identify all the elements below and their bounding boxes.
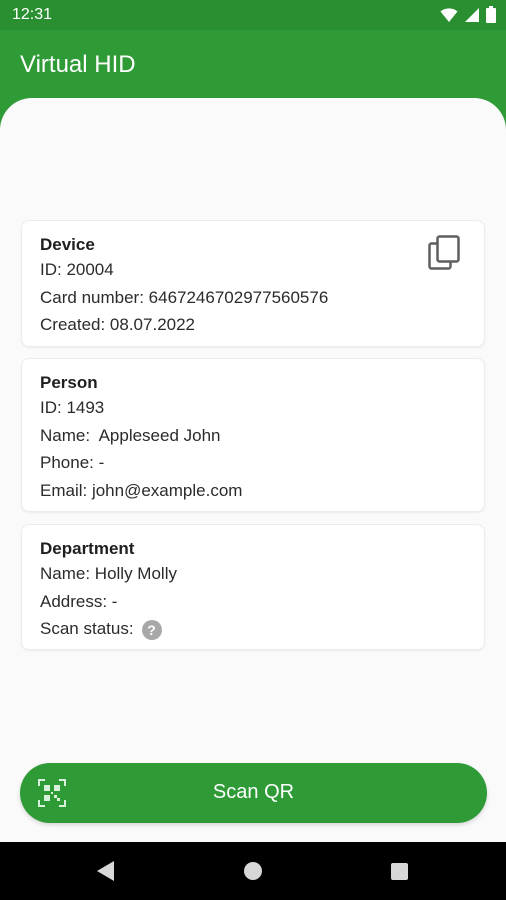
- person-phone: Phone: -: [40, 453, 105, 472]
- department-name: Name: Holly Molly: [40, 564, 177, 583]
- navigation-bar: [0, 842, 506, 900]
- department-address: Address: -: [40, 591, 118, 611]
- person-title: Person: [40, 373, 98, 392]
- app-bar: Virtual HID: [0, 30, 506, 100]
- app-title: Virtual HID: [20, 51, 136, 78]
- status-bar: 12:31: [0, 0, 506, 30]
- scan-qr-label: Scan QR: [212, 781, 295, 803]
- signal-icon: [465, 7, 479, 22]
- back-icon[interactable]: [96, 860, 116, 882]
- battery-icon: [486, 6, 496, 23]
- department-card: Department Name: Holly Molly Address: - …: [21, 524, 485, 650]
- device-card: Device ID: 20004 Card number: 6467246702…: [21, 220, 485, 347]
- copy-icon[interactable]: [428, 235, 462, 271]
- scan-status-label: Scan status:: [40, 619, 134, 638]
- person-name: Name: Appleseed John: [40, 425, 221, 445]
- device-id: ID: 20004: [40, 260, 114, 279]
- person-card: Person ID: 1493 Name: Appleseed John Pho…: [21, 358, 485, 512]
- scan-qr-button[interactable]: Scan QR: [20, 763, 487, 823]
- main-content: Device ID: 20004 Card number: 6467246702…: [0, 98, 506, 842]
- scan-status-help-icon[interactable]: ?: [141, 619, 162, 640]
- home-icon[interactable]: [244, 862, 262, 880]
- department-title: Department: [40, 539, 135, 558]
- device-title: Device: [40, 235, 95, 254]
- device-card-number: Card number: 6467246702977560576: [40, 287, 329, 307]
- wifi-icon: [440, 7, 458, 22]
- status-icons: [440, 6, 496, 23]
- person-email: Email: john@example.com: [40, 480, 243, 500]
- recent-apps-icon[interactable]: [391, 863, 408, 880]
- status-time: 12:31: [12, 6, 53, 23]
- device-created: Created: 08.07.2022: [40, 315, 196, 334]
- department-scan-status: Scan status:?: [40, 615, 466, 643]
- person-id: ID: 1493: [40, 398, 105, 417]
